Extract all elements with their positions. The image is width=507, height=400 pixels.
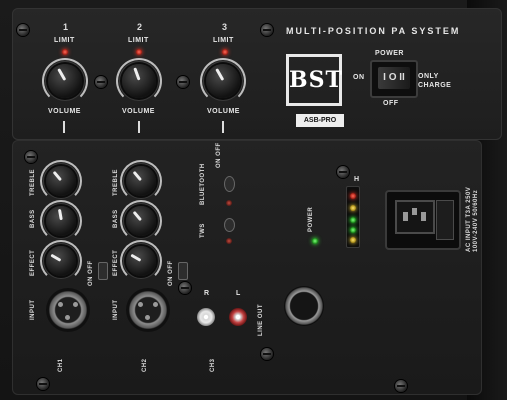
screw-icon: [17, 24, 29, 36]
limit-led: [136, 49, 142, 55]
tws-label: TWS: [200, 223, 206, 238]
screw-icon: [395, 380, 407, 392]
limit-label: LIMIT: [54, 37, 75, 44]
volume-knob[interactable]: [200, 58, 246, 104]
rca-r-label: R: [204, 290, 210, 297]
meter-led-green: [350, 227, 356, 233]
effect-knob[interactable]: [120, 240, 162, 282]
meter-led-red: [350, 193, 356, 199]
screw-icon: [25, 151, 37, 163]
volume-label: VOLUME: [122, 108, 155, 115]
channel-number: 2: [137, 22, 143, 32]
power-led: [312, 238, 318, 244]
level-meter: [346, 186, 360, 248]
effect-toggle[interactable]: [178, 262, 188, 280]
treble-label: TREBLE: [113, 169, 119, 196]
bluetooth-toggle-label: ON OFF: [216, 142, 222, 168]
tick-mark: [138, 121, 140, 133]
effect-toggle-label: ON OFF: [168, 260, 174, 286]
limit-led: [222, 49, 228, 55]
line-out-xlr-jack[interactable]: [284, 286, 324, 326]
screw-icon: [261, 348, 273, 360]
screw-icon: [261, 24, 273, 36]
input-label: INPUT: [30, 299, 36, 321]
bass-label: BASS: [30, 209, 36, 228]
bass-knob[interactable]: [40, 200, 82, 242]
effect-knob[interactable]: [40, 240, 82, 282]
meter-led-yellow: [350, 237, 356, 243]
bluetooth-label: BLUETOOTH: [200, 163, 206, 205]
volume-label: VOLUME: [207, 108, 240, 115]
treble-knob[interactable]: [40, 160, 82, 202]
tws-button[interactable]: [224, 218, 235, 232]
effect-label: EFFECT: [113, 249, 119, 276]
limit-led: [62, 49, 68, 55]
ch1-label: CH1: [58, 358, 64, 372]
input-label: INPUT: [113, 299, 119, 321]
bluetooth-toggle[interactable]: [224, 176, 235, 192]
screw-icon: [37, 378, 49, 390]
brand-logo: BST: [286, 54, 342, 106]
bass-knob[interactable]: [120, 200, 162, 242]
model-label: ASB-PRO: [296, 114, 344, 127]
rca-left-jack[interactable]: [229, 308, 247, 326]
iec-socket[interactable]: [395, 200, 435, 234]
meter-label: H: [354, 176, 360, 183]
brand-logo-text: BST: [289, 67, 343, 93]
screw-icon: [337, 166, 349, 178]
tick-mark: [63, 121, 65, 133]
ac-power-inlet[interactable]: [385, 190, 461, 250]
tws-led: [226, 238, 232, 244]
channel-number: 1: [63, 22, 69, 32]
bass-label: BASS: [113, 209, 119, 228]
bottom-control-plate: [12, 140, 482, 395]
fuse-holder[interactable]: [436, 200, 454, 240]
rca-l-label: L: [236, 290, 241, 297]
power-on-label: ON: [353, 74, 365, 81]
screw-icon: [179, 282, 191, 294]
system-title: MULTI-POSITION PA SYSTEM: [286, 26, 461, 36]
volume-label: VOLUME: [48, 108, 81, 115]
volume-knob[interactable]: [116, 58, 162, 104]
pa-control-panel: MULTI-POSITION PA SYSTEM 1 LIMIT VOLUME …: [0, 0, 507, 400]
ch2-label: CH2: [142, 358, 148, 372]
only-charge-label: ONLY CHARGE: [418, 73, 452, 89]
volume-knob[interactable]: [42, 58, 88, 104]
ac-input-label: AC INPUT T3A 250V 100V-240V 50/60Hz: [466, 186, 479, 252]
limit-label: LIMIT: [213, 37, 234, 44]
power-rocker[interactable]: I O II: [378, 67, 410, 89]
ch2-combo-input-jack[interactable]: [126, 288, 170, 332]
bluetooth-led: [226, 200, 232, 206]
power-switch[interactable]: I O II: [370, 60, 418, 98]
ch3-label: CH3: [210, 358, 216, 372]
screw-icon: [95, 76, 107, 88]
channel-number: 3: [222, 22, 228, 32]
screw-icon: [177, 76, 189, 88]
treble-label: TREBLE: [30, 169, 36, 196]
effect-label: EFFECT: [30, 249, 36, 276]
ch1-combo-input-jack[interactable]: [46, 288, 90, 332]
effect-toggle[interactable]: [98, 262, 108, 280]
power-switch-label: POWER: [375, 50, 404, 57]
meter-led-green: [350, 217, 356, 223]
tick-mark: [222, 121, 224, 133]
rca-right-jack[interactable]: [197, 308, 215, 326]
power-off-label: OFF: [383, 100, 399, 107]
limit-label: LIMIT: [128, 37, 149, 44]
treble-knob[interactable]: [120, 160, 162, 202]
effect-toggle-label: ON OFF: [88, 260, 94, 286]
line-out-label: LINE OUT: [258, 304, 264, 336]
power-indicator-label: POWER: [308, 206, 314, 232]
meter-led-yellow: [350, 205, 356, 211]
